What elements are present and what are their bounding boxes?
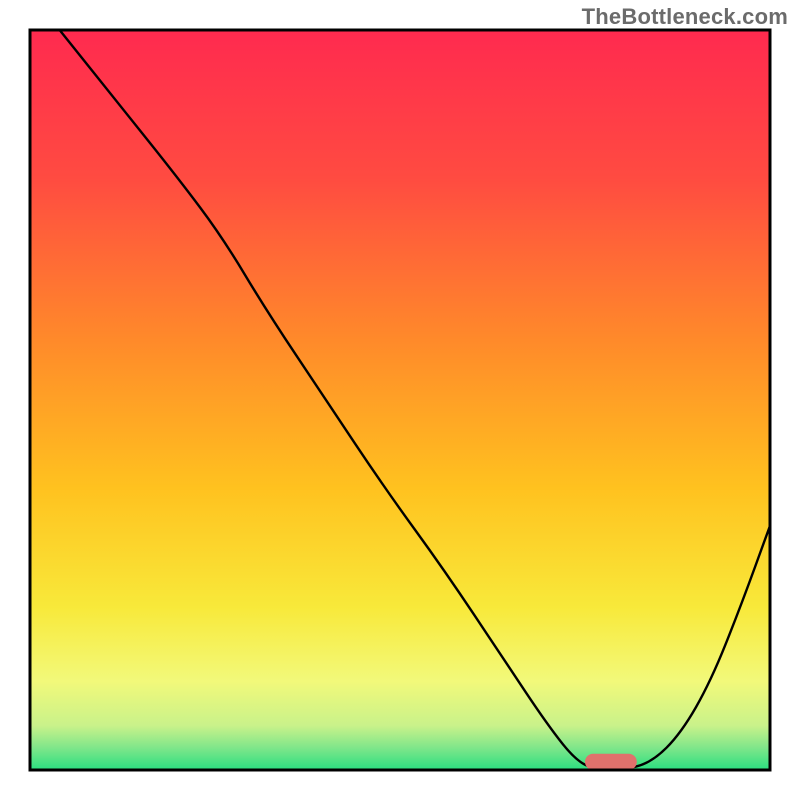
bottleneck-chart — [0, 0, 800, 800]
optimal-marker — [585, 754, 637, 770]
watermark-text: TheBottleneck.com — [582, 4, 788, 30]
chart-container: { "watermark": "TheBottleneck.com", "cha… — [0, 0, 800, 800]
plot-background — [30, 30, 770, 770]
